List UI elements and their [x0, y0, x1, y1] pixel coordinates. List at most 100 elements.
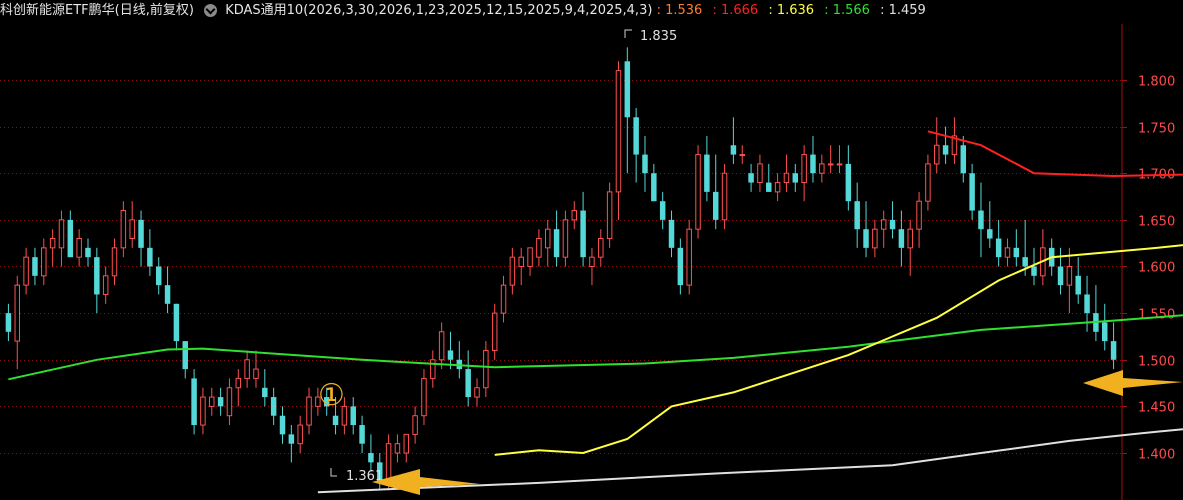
candle	[1013, 229, 1020, 267]
candle-body	[359, 425, 365, 444]
candle	[934, 117, 940, 174]
candle-body	[385, 443, 392, 482]
candle	[978, 182, 984, 258]
candle	[270, 387, 277, 426]
candle-body	[138, 219, 144, 248]
candle	[509, 247, 516, 295]
candle	[518, 247, 524, 286]
candle-body	[527, 247, 533, 267]
candle	[995, 219, 1002, 267]
candle-body	[995, 238, 1002, 258]
candle	[792, 163, 799, 192]
candle	[642, 135, 648, 192]
candle	[279, 406, 286, 444]
candle	[987, 201, 993, 248]
candle-body	[836, 163, 843, 166]
candle	[297, 415, 303, 454]
candle	[1066, 247, 1073, 314]
candle	[209, 387, 215, 416]
high-marker-icon	[624, 29, 632, 38]
candle-body	[111, 247, 118, 277]
candle	[244, 350, 250, 388]
candle	[1057, 247, 1064, 295]
candle	[695, 145, 701, 239]
candle-body	[421, 377, 427, 417]
candle	[704, 135, 710, 202]
indicator-line-4	[317, 428, 1183, 494]
candle	[712, 154, 719, 230]
candle	[544, 219, 551, 267]
candle-body	[827, 163, 834, 166]
candle-body	[606, 191, 613, 240]
candle-body	[332, 415, 339, 426]
candle	[288, 425, 295, 463]
candle	[606, 182, 613, 248]
candle-body	[987, 229, 993, 239]
candle-body	[430, 359, 436, 379]
candle	[527, 247, 533, 276]
candle-body	[659, 201, 666, 220]
candle	[5, 303, 12, 342]
candle-body	[1004, 247, 1011, 258]
candle	[659, 191, 666, 230]
candlestick-chart[interactable]: 1.8001.7501.7001.6501.6001.5501.5001.450…	[0, 0, 1183, 500]
candle-body	[668, 219, 675, 248]
candle	[810, 135, 816, 183]
candle-body	[624, 61, 631, 118]
candle	[191, 369, 197, 435]
candle	[465, 350, 471, 407]
candle-body	[969, 173, 975, 211]
candle	[562, 210, 569, 267]
candle-body	[32, 257, 38, 276]
candle	[854, 182, 860, 248]
candle	[32, 247, 38, 286]
candle	[845, 145, 852, 211]
candle	[491, 303, 498, 360]
candle-body	[253, 368, 259, 379]
candle	[49, 229, 56, 267]
candle-body	[536, 238, 542, 258]
candle	[421, 369, 427, 426]
candle	[836, 145, 843, 174]
candle	[677, 238, 684, 295]
candle-body	[819, 163, 825, 174]
candle	[67, 210, 74, 258]
candle-body	[1031, 266, 1037, 276]
indicator-line-2	[494, 244, 1183, 456]
candle-body	[774, 182, 781, 193]
candle	[94, 247, 100, 314]
price-tick-label: 1.400	[1138, 448, 1175, 463]
candle-body	[562, 219, 569, 258]
candle-body	[783, 172, 790, 184]
candle	[111, 238, 118, 286]
candle-body	[217, 397, 224, 407]
price-tick-label: 1.800	[1138, 75, 1175, 90]
candle-body	[182, 341, 188, 370]
candle	[1101, 303, 1108, 351]
candle	[633, 107, 639, 183]
candle-body	[854, 201, 860, 230]
candle-body	[571, 210, 578, 221]
candle	[863, 201, 869, 258]
candle	[1004, 238, 1011, 267]
candle	[571, 201, 578, 230]
candle	[359, 415, 365, 454]
candle-body	[1110, 341, 1117, 360]
candle	[615, 61, 622, 220]
arrow-icon-right	[1083, 370, 1183, 396]
candle-body	[704, 154, 710, 192]
candle-body	[41, 247, 47, 277]
candle-body	[465, 369, 471, 398]
candle-body	[553, 229, 560, 258]
candle	[500, 275, 507, 323]
candle-body	[94, 257, 100, 295]
candle	[456, 341, 463, 379]
candle-body	[598, 238, 604, 258]
candle-body	[403, 433, 410, 454]
price-tick-label: 1.500	[1138, 355, 1175, 370]
candle-body	[438, 331, 445, 361]
candles	[5, 47, 1117, 491]
candle-body	[474, 387, 480, 398]
candle-body	[580, 210, 586, 258]
candle	[827, 145, 834, 174]
